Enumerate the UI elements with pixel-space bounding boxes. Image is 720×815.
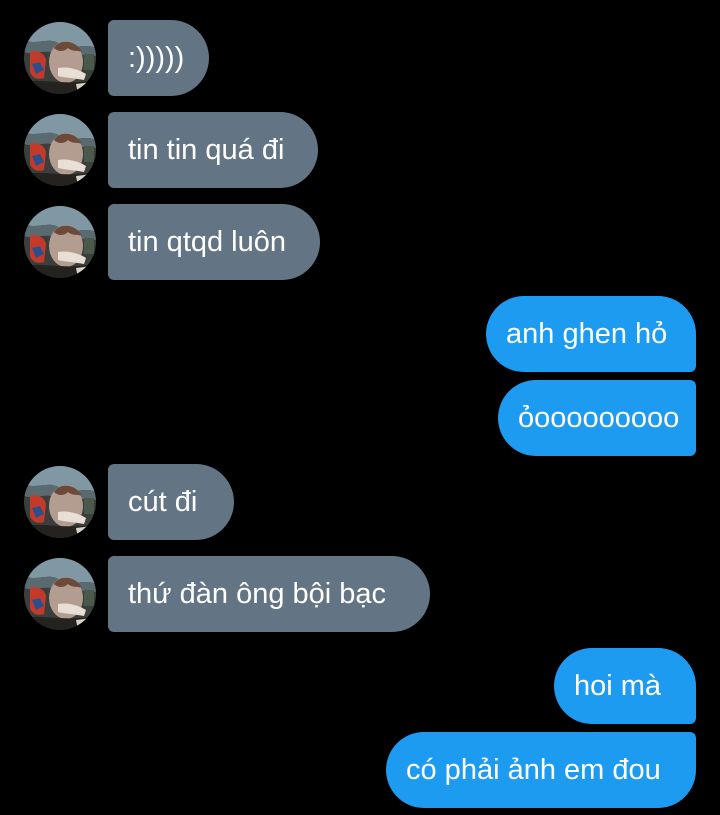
- message-row: :))))): [0, 20, 720, 96]
- message-row: anh ghen hỏ: [0, 296, 720, 372]
- incoming-message-bubble[interactable]: thứ đàn ông bội bạc: [108, 556, 430, 632]
- message-row: thứ đàn ông bội bạc: [0, 556, 720, 632]
- incoming-message-bubble[interactable]: :))))): [108, 20, 209, 96]
- message-row: ỏooooooooo: [0, 380, 720, 456]
- sender-avatar[interactable]: [24, 466, 96, 538]
- message-row: có phải ảnh em đou: [0, 732, 720, 808]
- profile-picture-icon: [24, 114, 96, 186]
- incoming-message-bubble[interactable]: cút đi: [108, 464, 234, 540]
- profile-picture-icon: [24, 206, 96, 278]
- message-text: tin tin quá đi: [128, 133, 285, 166]
- incoming-message-bubble[interactable]: tin tin quá đi: [108, 112, 318, 188]
- sender-avatar[interactable]: [24, 114, 96, 186]
- message-text: tin qtqd luôn: [128, 225, 287, 258]
- message-row: tin tin quá đi: [0, 112, 720, 188]
- outgoing-message-bubble[interactable]: ỏooooooooo: [498, 380, 696, 456]
- outgoing-message-bubble[interactable]: anh ghen hỏ: [486, 296, 696, 372]
- message-text: cút đi: [128, 485, 198, 518]
- message-text: ỏooooooooo: [518, 401, 680, 434]
- message-text: :))))): [128, 41, 185, 74]
- outgoing-message-bubble[interactable]: hoi mà: [554, 648, 696, 724]
- profile-picture-icon: [24, 466, 96, 538]
- message-text: anh ghen hỏ: [506, 317, 668, 350]
- message-text: có phải ảnh em đou: [406, 753, 661, 786]
- message-text: hoi mà: [574, 669, 662, 702]
- profile-picture-icon: [24, 558, 96, 630]
- message-row: cút đi: [0, 464, 720, 540]
- sender-avatar[interactable]: [24, 206, 96, 278]
- sender-avatar[interactable]: [24, 22, 96, 94]
- message-text: thứ đàn ông bội bạc: [128, 577, 387, 610]
- message-row: tin qtqd luôn: [0, 204, 720, 280]
- incoming-message-bubble[interactable]: tin qtqd luôn: [108, 204, 320, 280]
- sender-avatar[interactable]: [24, 558, 96, 630]
- outgoing-message-bubble[interactable]: có phải ảnh em đou: [386, 732, 696, 808]
- profile-picture-icon: [24, 22, 96, 94]
- message-row: hoi mà: [0, 648, 720, 724]
